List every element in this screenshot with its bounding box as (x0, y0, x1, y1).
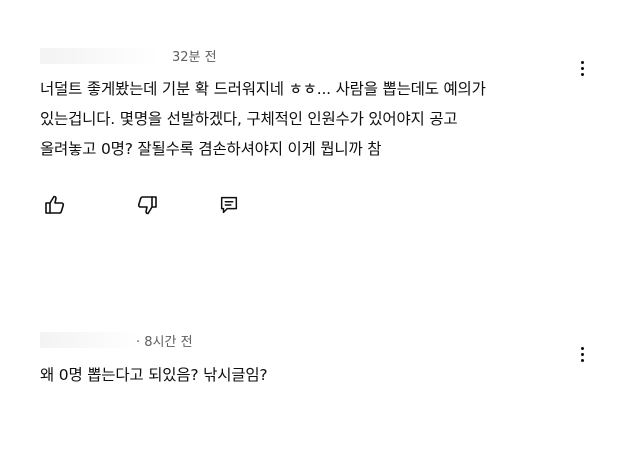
comment-text: 왜 0명 뽑는다고 되있음? 낚시글임? (40, 360, 580, 390)
comment-text: 너덜트 좋게봤는데 기분 확 드러워지네 ㅎㅎ... 사람을 뽑는데도 예의가 … (40, 74, 580, 164)
comment-text-line: 올려놓고 0명? 잘될수록 겸손하셔야지 이게 뭡니까 참 (40, 140, 382, 158)
comment-timestamp: · 8시간 전 (136, 335, 193, 350)
comment-text-line: 있는겁니다. 몇명을 선발하겠다, 구체적인 인원수가 있어야지 공고 (40, 110, 458, 128)
thumb-up-icon (45, 195, 65, 214)
comment-timestamp: 32분 전 (172, 50, 217, 65)
author-name-redacted (40, 48, 160, 64)
comment-item: · 8시간 전 왜 0명 뽑는다고 되있음? 낚시글임? (0, 318, 640, 438)
comment-text-line: 왜 0명 뽑는다고 되있음? 낚시글임? (40, 366, 268, 384)
comment-text-line: 너덜트 좋게봤는데 기분 확 드러워지네 ㅎㅎ... 사람을 뽑는데도 예의가 (40, 80, 486, 98)
dislike-button[interactable] (132, 190, 162, 220)
reply-button[interactable] (214, 190, 244, 220)
reply-icon (220, 196, 238, 214)
thumb-down-icon (137, 196, 157, 215)
comment-item: 32분 전 너덜트 좋게봤는데 기분 확 드러워지네 ㅎㅎ... 사람을 뽑는데… (0, 0, 640, 240)
like-button[interactable] (40, 190, 70, 220)
author-name-redacted (40, 332, 140, 348)
